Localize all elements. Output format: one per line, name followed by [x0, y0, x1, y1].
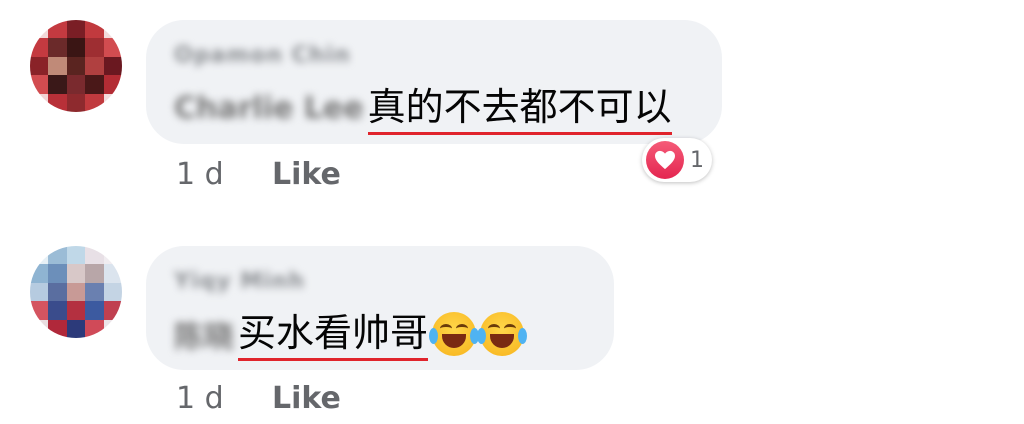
- timestamp[interactable]: 1 d: [176, 381, 272, 416]
- comment-bubble: Yiqy Minh 陈晓 买水看帅哥: [146, 246, 614, 370]
- comment-bubble: Opamon Chin Charlie Lee 真的不去都不可以: [146, 20, 722, 144]
- author-name[interactable]: Opamon Chin: [174, 42, 351, 68]
- mention-tag[interactable]: 陈晓: [174, 312, 234, 356]
- comment-text: 真的不去都不可以: [367, 82, 672, 135]
- comment-body: Charlie Lee 真的不去都不可以: [174, 82, 672, 135]
- reaction-badge[interactable]: 1: [642, 138, 712, 182]
- avatar[interactable]: [30, 246, 122, 338]
- comment-actions: 1 d Like: [176, 152, 341, 196]
- comment-body: 陈晓 买水看帅哥: [174, 308, 528, 361]
- mention-tag[interactable]: Charlie Lee: [174, 91, 364, 126]
- comment-text: 买水看帅哥: [238, 308, 429, 361]
- heart-icon: [646, 141, 684, 179]
- reaction-count: 1: [690, 147, 704, 173]
- timestamp[interactable]: 1 d: [176, 157, 272, 192]
- avatar[interactable]: [30, 20, 122, 112]
- comment-actions: 1 d Like: [176, 376, 341, 420]
- like-button[interactable]: Like: [272, 157, 341, 192]
- face-with-tears-of-joy-icon: [429, 312, 480, 356]
- face-with-tears-of-joy-icon: [477, 312, 528, 356]
- like-button[interactable]: Like: [272, 381, 341, 416]
- author-name[interactable]: Yiqy Minh: [174, 268, 305, 294]
